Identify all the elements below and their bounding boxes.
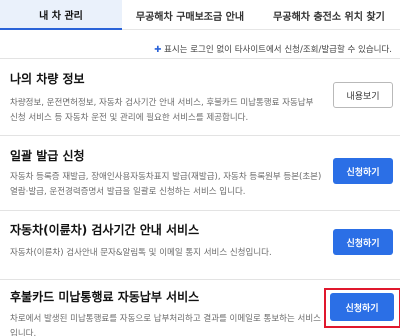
- view-details-button[interactable]: 내용보기: [333, 82, 393, 108]
- section-title-batch-issue: 일괄 발급 신청: [10, 149, 85, 163]
- apply-button-toll-autopay[interactable]: 신청하기: [330, 293, 394, 321]
- apply-button-batch-issue[interactable]: 신청하기: [333, 158, 393, 184]
- section-title-vehicle-info: 나의 차량 정보: [10, 72, 85, 86]
- section-divider: [0, 58, 400, 59]
- notice-text: ✚ 표시는 로그인 없이 타사이트에서 신청/조회/발급할 수 있습니다.: [154, 43, 392, 55]
- tab-my-car-management[interactable]: 내 차 관리: [0, 0, 122, 30]
- section-desc-batch-issue: 자동차 등록증 재발급, 장애인사용자동차표지 발급(재발급), 자동차 등록원…: [10, 172, 322, 197]
- section-desc-inspection-notice: 자동차(이륜차) 검사안내 문자&알림톡 및 이메일 통지 서비스 신청입니다.: [10, 248, 272, 258]
- tab-bar: 내 차 관리 무공해차 구매보조금 안내 무공해차 충전소 위치 찾기: [0, 0, 400, 30]
- notice-label: 표시는 로그인 없이 타사이트에서 신청/조회/발급할 수 있습니다.: [161, 45, 392, 55]
- section-desc-toll-autopay: 차로에서 발생된 미납통행료를 자동으로 납부처리하고 결과를 이메일로 통보하…: [10, 314, 321, 336]
- section-divider: [0, 210, 400, 211]
- tab-charging-station-finder[interactable]: 무공해차 충전소 위치 찾기: [258, 0, 400, 30]
- section-title-toll-autopay: 후불카드 미납통행료 자동납부 서비스: [10, 290, 200, 304]
- tab-eco-car-subsidy[interactable]: 무공해차 구매보조금 안내: [122, 0, 258, 30]
- section-divider: [0, 279, 400, 280]
- section-title-inspection-notice: 자동차(이륜차) 검사기간 안내 서비스: [10, 223, 200, 237]
- section-divider: [0, 135, 400, 136]
- apply-button-inspection-notice[interactable]: 신청하기: [333, 229, 393, 255]
- section-desc-vehicle-info: 차량정보, 운전면허정보, 자동차 검사기간 안내 서비스, 후불카드 미납통행…: [10, 98, 314, 123]
